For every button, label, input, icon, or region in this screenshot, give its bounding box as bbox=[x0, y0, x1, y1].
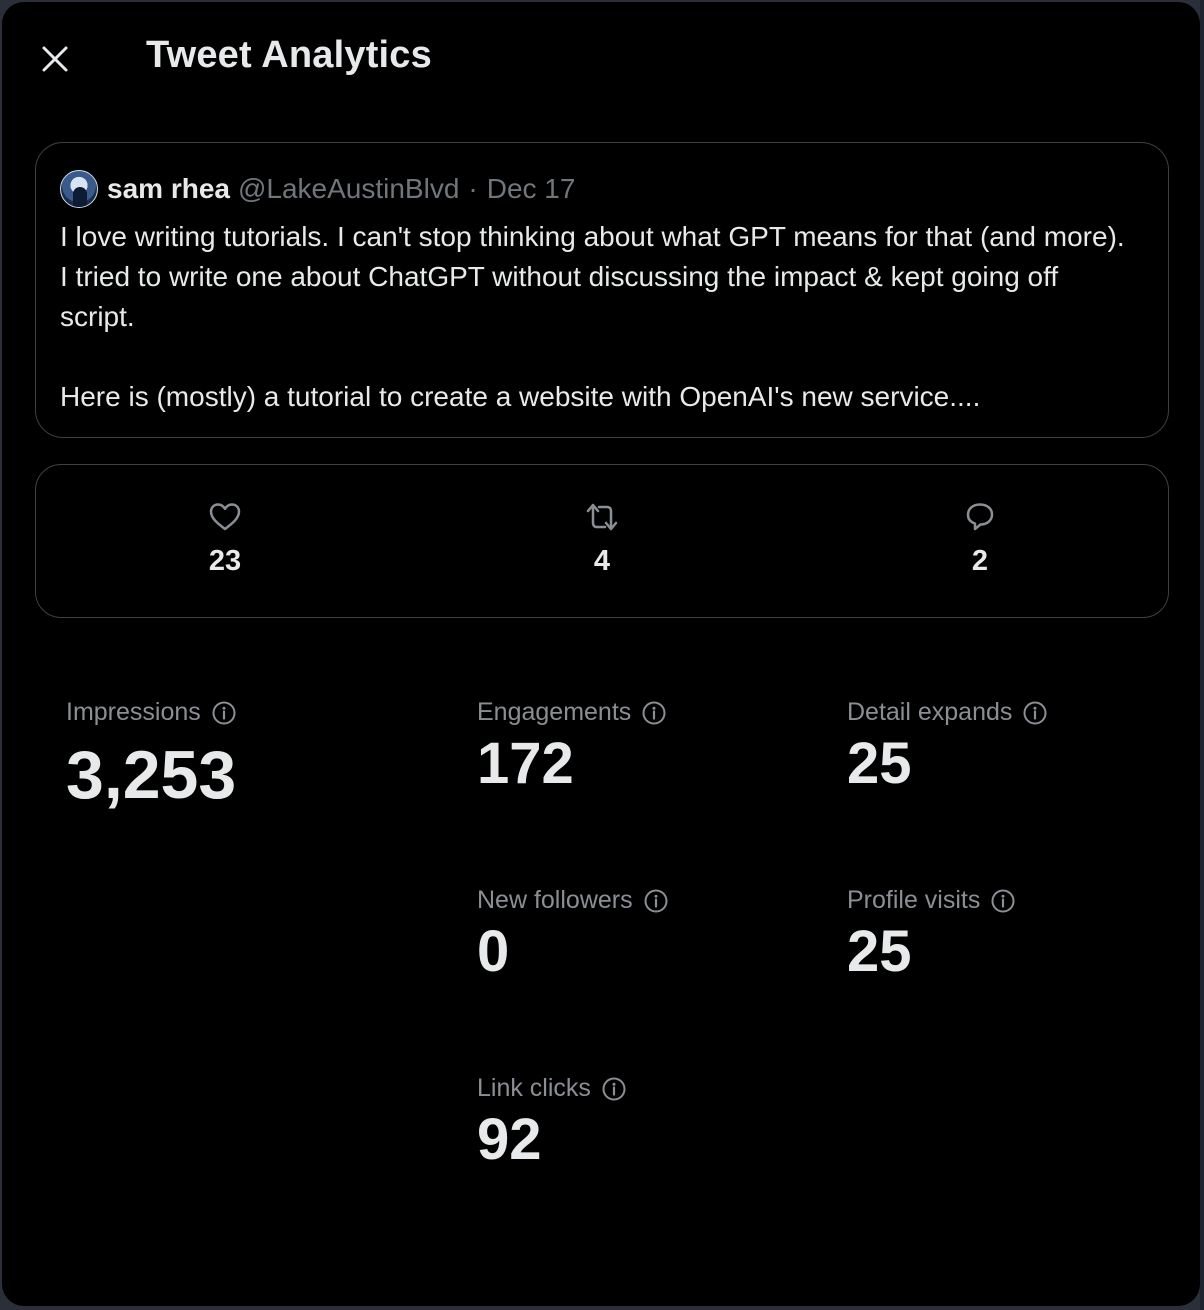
engagements-stat: Engagements 172 bbox=[477, 698, 667, 793]
close-button[interactable] bbox=[34, 38, 76, 80]
new-followers-label: New followers bbox=[477, 886, 633, 914]
author-name[interactable]: sam rhea bbox=[107, 173, 230, 205]
profile-visits-stat: Profile visits 25 bbox=[847, 886, 1016, 981]
retweets-metric: 4 bbox=[542, 499, 662, 578]
info-icon[interactable] bbox=[601, 1076, 627, 1102]
replies-metric: 2 bbox=[920, 499, 1040, 578]
likes-count: 23 bbox=[208, 545, 242, 577]
info-icon[interactable] bbox=[1022, 700, 1048, 726]
info-icon[interactable] bbox=[643, 888, 669, 914]
tweet-paragraph: I love writing tutorials. I can't stop t… bbox=[60, 221, 1125, 332]
modal-header: Tweet Analytics bbox=[2, 2, 1200, 112]
tweet-header: sam rhea @LakeAustinBlvd · Dec 17 bbox=[60, 169, 575, 209]
tweet-date[interactable]: Dec 17 bbox=[487, 173, 576, 205]
stat-label: Profile visits bbox=[847, 886, 1016, 915]
tweet-analytics-modal: Tweet Analytics sam rhea @LakeAustinBlvd… bbox=[2, 2, 1200, 1306]
detail-expands-value: 25 bbox=[847, 731, 912, 796]
detail-expands-stat: Detail expands 25 bbox=[847, 698, 1048, 793]
tweet-paragraph: Here is (mostly) a tutorial to create a … bbox=[60, 381, 981, 412]
engagements-value: 172 bbox=[477, 731, 574, 796]
link-clicks-stat: Link clicks 92 bbox=[477, 1074, 627, 1169]
stat-label: Link clicks bbox=[477, 1074, 627, 1103]
stat-label: Detail expands bbox=[847, 698, 1048, 727]
link-clicks-label: Link clicks bbox=[477, 1074, 591, 1102]
separator-dot: · bbox=[468, 173, 478, 204]
retweet-icon bbox=[586, 503, 618, 531]
page-title: Tweet Analytics bbox=[146, 34, 432, 76]
reply-icon bbox=[966, 503, 994, 531]
profile-visits-label: Profile visits bbox=[847, 886, 981, 914]
new-followers-value: 0 bbox=[477, 919, 510, 984]
detail-expands-label: Detail expands bbox=[847, 698, 1013, 726]
info-icon[interactable] bbox=[211, 700, 237, 726]
engagement-metrics-card: 23 4 2 bbox=[35, 464, 1169, 618]
tweet-text: I love writing tutorials. I can't stop t… bbox=[60, 217, 1140, 417]
heart-icon bbox=[209, 503, 241, 531]
stat-label: Impressions bbox=[66, 698, 237, 727]
likes-metric: 23 bbox=[165, 499, 285, 578]
stat-label: Engagements bbox=[477, 698, 667, 727]
stat-label: New followers bbox=[477, 886, 669, 915]
window-edge bbox=[1200, 0, 1204, 1310]
profile-visits-value: 25 bbox=[847, 919, 912, 984]
retweets-count: 4 bbox=[593, 545, 611, 577]
info-icon[interactable] bbox=[990, 888, 1016, 914]
link-clicks-value: 92 bbox=[477, 1107, 542, 1172]
impressions-stat: Impressions 3,253 bbox=[66, 698, 237, 809]
author-handle[interactable]: @LakeAustinBlvd bbox=[238, 173, 459, 205]
quoted-tweet-card[interactable]: sam rhea @LakeAustinBlvd · Dec 17 I love… bbox=[35, 142, 1169, 438]
close-icon bbox=[42, 46, 68, 72]
avatar[interactable] bbox=[60, 170, 98, 208]
engagements-label: Engagements bbox=[477, 698, 632, 726]
replies-count: 2 bbox=[971, 545, 989, 577]
impressions-label: Impressions bbox=[66, 698, 201, 726]
impressions-value: 3,253 bbox=[66, 737, 237, 813]
new-followers-stat: New followers 0 bbox=[477, 886, 669, 981]
info-icon[interactable] bbox=[641, 700, 667, 726]
